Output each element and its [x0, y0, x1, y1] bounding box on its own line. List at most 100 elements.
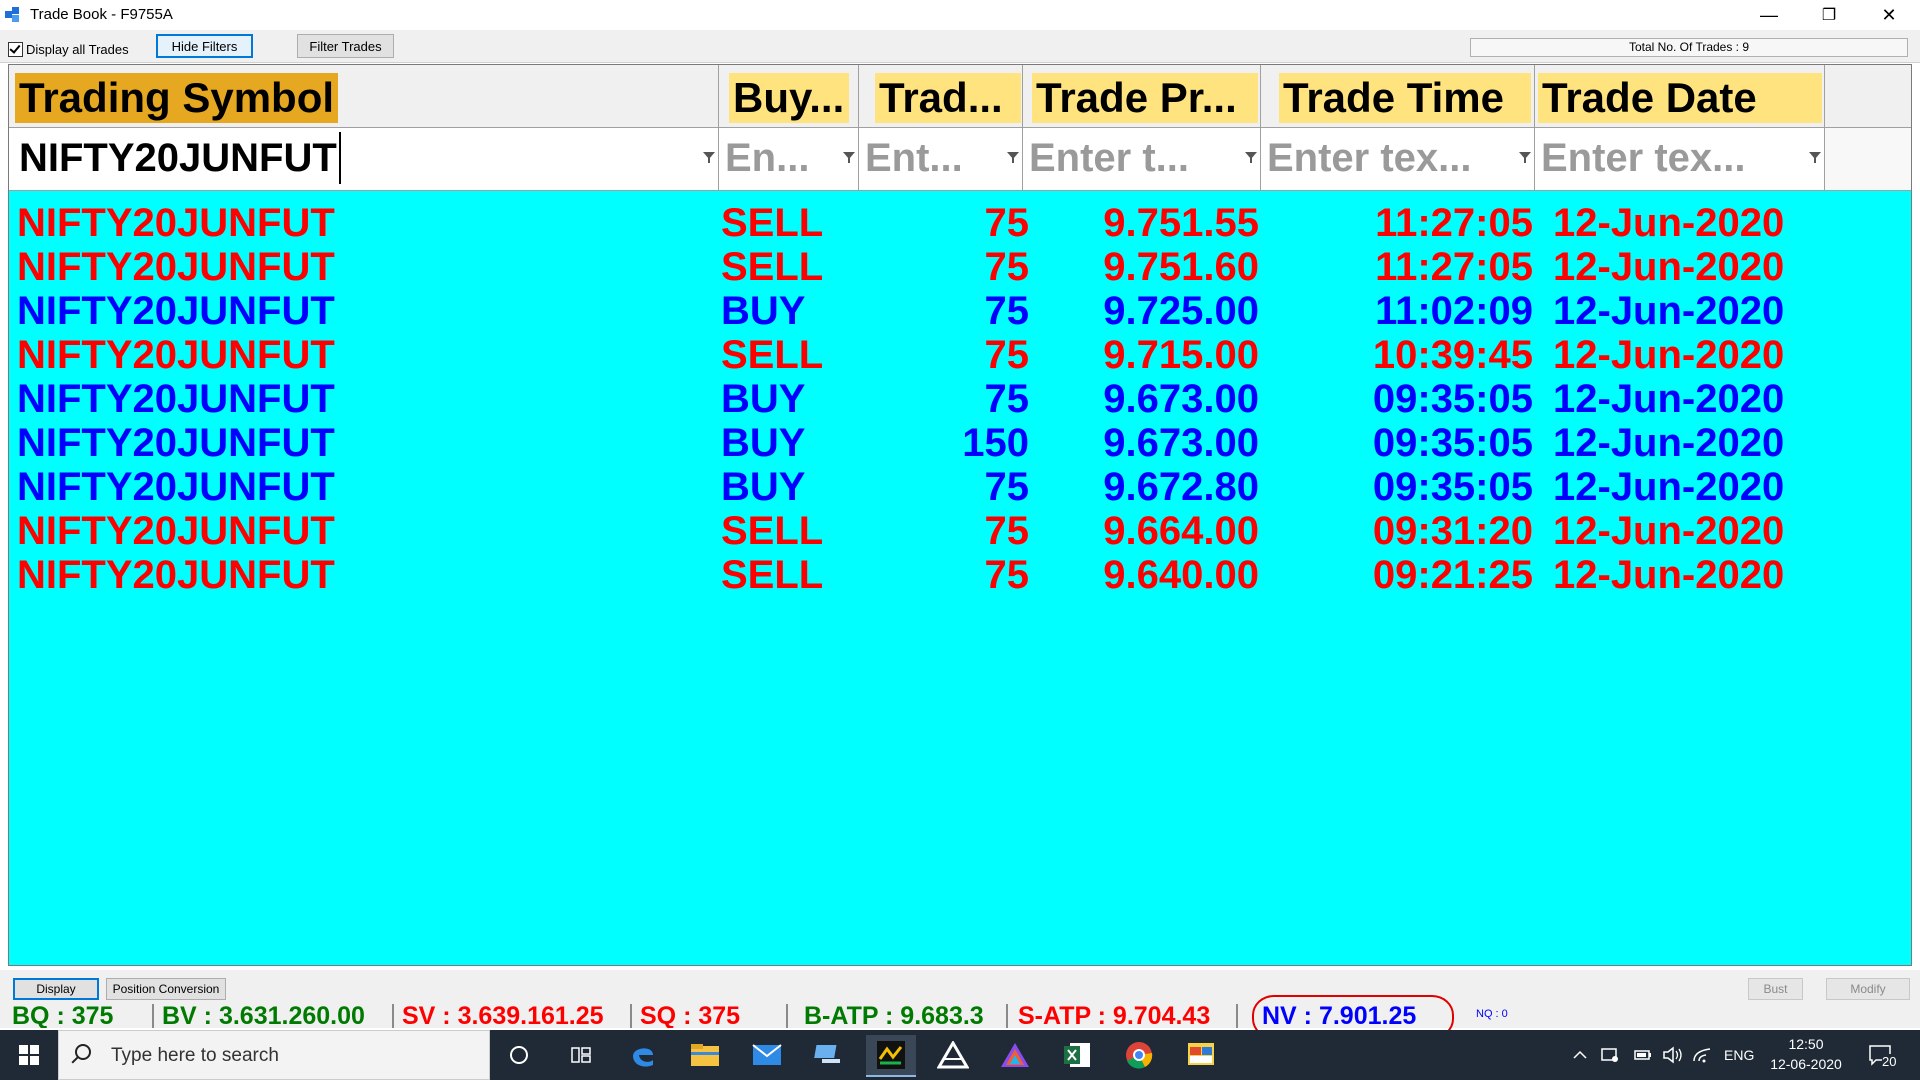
filter-funnel-icon[interactable]: [703, 152, 715, 163]
display-button[interactable]: Display: [13, 978, 99, 1000]
start-button[interactable]: [0, 1030, 58, 1080]
tray-overflow-chevron-icon[interactable]: [1572, 1030, 1588, 1080]
search-icon: [75, 1044, 91, 1060]
cortana-icon[interactable]: [494, 1035, 544, 1075]
table-row[interactable]: NIFTY20JUNFUT SELL 75 9.751.55 11:27:05 …: [9, 201, 1911, 245]
column-header-buy-sell[interactable]: Buy...: [719, 65, 859, 127]
filter-input-trade-date[interactable]: Enter tex...: [1541, 132, 1746, 184]
close-button[interactable]: ✕: [1860, 0, 1918, 30]
bust-button[interactable]: Bust: [1748, 978, 1803, 1000]
cell-qty: 75: [984, 465, 1030, 509]
app-icon: [5, 7, 19, 22]
clock-date: 12-06-2020: [1770, 1056, 1842, 1072]
filter-funnel-icon[interactable]: [1809, 152, 1821, 163]
hide-filters-button[interactable]: Hide Filters: [156, 34, 253, 58]
cell-side: BUY: [721, 465, 806, 509]
filter-input-trade-price[interactable]: Enter t...: [1029, 132, 1189, 184]
column-header-trade-date[interactable]: Trade Date: [1535, 65, 1825, 127]
filter-input-buy-sell[interactable]: En...: [725, 132, 809, 184]
cell-date: 12-Jun-2020: [1553, 245, 1785, 289]
edge-browser-icon[interactable]: [618, 1035, 668, 1075]
cell-date: 12-Jun-2020: [1553, 377, 1785, 421]
cell-symbol: NIFTY20JUNFUT: [17, 465, 335, 509]
language-indicator[interactable]: ENG: [1724, 1030, 1754, 1080]
cell-qty: 75: [984, 509, 1030, 553]
position-conversion-button[interactable]: Position Conversion: [106, 978, 226, 1000]
excel-icon[interactable]: [1052, 1035, 1102, 1075]
modify-button[interactable]: Modify: [1826, 978, 1910, 1000]
total-trades-count: Total No. Of Trades : 9: [1470, 38, 1908, 57]
table-row[interactable]: NIFTY20JUNFUT BUY 75 9.673.00 09:35:05 1…: [9, 377, 1911, 421]
close-icon: ✕: [1881, 4, 1897, 25]
filter-cell-trade-date: Enter tex...: [1535, 128, 1825, 190]
restore-icon: ❐: [1821, 7, 1837, 24]
mail-icon[interactable]: [742, 1035, 792, 1075]
cell-side: SELL: [721, 553, 824, 597]
stat-sell-qty: SQ : 375: [636, 1004, 788, 1028]
taskbar-search-box[interactable]: Type here to search: [58, 1030, 490, 1080]
file-explorer-icon[interactable]: [680, 1035, 730, 1075]
filter-funnel-icon[interactable]: [1519, 152, 1531, 163]
trading-terminal-icon[interactable]: [866, 1035, 916, 1077]
filter-input-trade-qty[interactable]: Ent...: [865, 132, 963, 184]
checkbox-checked-icon: [8, 42, 23, 57]
filter-funnel-icon[interactable]: [843, 152, 855, 163]
filter-funnel-icon[interactable]: [1245, 152, 1257, 163]
table-row[interactable]: NIFTY20JUNFUT SELL 75 9.640.00 09:21:25 …: [9, 553, 1911, 597]
cell-time: 09:31:20: [1372, 509, 1533, 553]
wifi-icon[interactable]: [1692, 1030, 1712, 1080]
network-app-icon[interactable]: [804, 1035, 854, 1075]
table-row[interactable]: NIFTY20JUNFUT BUY 75 9.672.80 09:35:05 1…: [9, 465, 1911, 509]
broker-app-icon[interactable]: [928, 1035, 978, 1075]
cell-price: 9.640.00: [1103, 553, 1259, 597]
column-header-trade-time[interactable]: Trade Time: [1261, 65, 1535, 127]
column-header-row: Trading Symbol Buy... Trad... Trade Pr..…: [9, 65, 1911, 128]
task-view-icon[interactable]: [556, 1035, 606, 1075]
battery-icon[interactable]: [1634, 1030, 1652, 1080]
chrome-icon[interactable]: [1114, 1035, 1164, 1075]
column-header-trade-qty[interactable]: Trad...: [859, 65, 1023, 127]
cell-qty: 75: [984, 289, 1030, 333]
taskbar-clock[interactable]: 12:50 12-06-2020: [1758, 1034, 1854, 1074]
cell-date: 12-Jun-2020: [1553, 509, 1785, 553]
summary-stats: BQ : 375 BV : 3.631.260.00 SV : 3.639.16…: [0, 1004, 1920, 1028]
display-all-trades-checkbox[interactable]: Display all Trades: [8, 42, 129, 57]
cell-symbol: NIFTY20JUNFUT: [17, 553, 335, 597]
filter-cell-buy-sell: En...: [719, 128, 859, 190]
column-header-label: Trade Time: [1279, 73, 1531, 123]
restore-button[interactable]: ❐: [1800, 0, 1858, 30]
chart-app-icon[interactable]: [990, 1035, 1040, 1075]
volume-icon[interactable]: [1662, 1030, 1684, 1080]
table-row[interactable]: NIFTY20JUNFUT SELL 75 9.751.60 11:27:05 …: [9, 245, 1911, 289]
table-row[interactable]: NIFTY20JUNFUT BUY 75 9.725.00 11:02:09 1…: [9, 289, 1911, 333]
search-placeholder: Type here to search: [111, 1045, 279, 1066]
stat-sell-atp: S-ATP : 9.704.43: [1014, 1004, 1238, 1028]
clock-time: 12:50: [1788, 1036, 1824, 1052]
filter-funnel-icon[interactable]: [1007, 152, 1019, 163]
cell-date: 12-Jun-2020: [1553, 421, 1785, 465]
table-row[interactable]: NIFTY20JUNFUT SELL 75 9.715.00 10:39:45 …: [9, 333, 1911, 377]
column-header-trading-symbol[interactable]: Trading Symbol: [9, 65, 719, 127]
cell-time: 09:35:05: [1372, 421, 1533, 465]
column-header-trade-price[interactable]: Trade Pr...: [1023, 65, 1261, 127]
filter-row: NIFTY20JUNFUT En... Ent... Enter t... En…: [9, 128, 1911, 191]
stat-buy-atp: B-ATP : 9.683.3: [800, 1004, 1008, 1028]
filter-cell-trade-qty: Ent...: [859, 128, 1023, 190]
table-row[interactable]: NIFTY20JUNFUT BUY 150 9.673.00 09:35:05 …: [9, 421, 1911, 465]
tray-app-icon[interactable]: [1600, 1030, 1620, 1080]
filter-cell-trading-symbol: NIFTY20JUNFUT: [9, 128, 719, 190]
cell-price: 9.715.00: [1103, 333, 1259, 377]
filter-trades-button[interactable]: Filter Trades: [297, 34, 394, 58]
filter-input-trading-symbol[interactable]: NIFTY20JUNFUT: [19, 132, 341, 184]
cell-price: 9.673.00: [1103, 421, 1259, 465]
title-bar: Trade Book - F9755A — ❐ ✕: [0, 0, 1920, 30]
notifications-button[interactable]: 20: [1868, 1030, 1897, 1080]
table-row[interactable]: NIFTY20JUNFUT SELL 75 9.664.00 09:31:20 …: [9, 509, 1911, 553]
windows-logo-icon: [19, 1045, 39, 1065]
cell-time: 09:21:25: [1372, 553, 1533, 597]
desktop-app-icon[interactable]: [1176, 1035, 1226, 1075]
filter-input-trade-time[interactable]: Enter tex...: [1267, 132, 1472, 184]
minimize-button[interactable]: —: [1740, 0, 1798, 30]
column-header-label: Buy...: [729, 73, 849, 123]
stat-sell-value: SV : 3.639.161.25: [398, 1004, 632, 1028]
